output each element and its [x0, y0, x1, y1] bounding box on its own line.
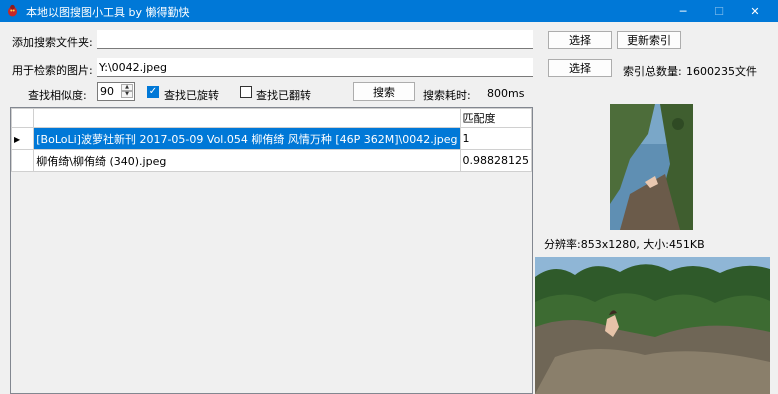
- image-path-input[interactable]: [97, 58, 533, 77]
- query-image-preview: [610, 104, 693, 230]
- table-row[interactable]: ▶ [BoLoLi]波萝社新刊 2017-05-09 Vol.054 柳侑绮 风…: [11, 127, 532, 150]
- column-header-score[interactable]: 匹配度: [459, 108, 532, 128]
- index-count-value: 1600235文件: [686, 65, 757, 78]
- find-flipped-label: 查找已翻转: [256, 89, 311, 102]
- select-folder-button[interactable]: 选择: [548, 31, 612, 49]
- current-row-arrow-icon: ▶: [14, 135, 21, 144]
- minimize-button[interactable]: ─: [665, 0, 701, 22]
- stepper-up-icon[interactable]: ▲: [121, 84, 133, 91]
- index-count-label: 索引总数量:: [623, 65, 682, 78]
- result-path-cell[interactable]: [BoLoLi]波萝社新刊 2017-05-09 Vol.054 柳侑绮 风情万…: [33, 127, 461, 150]
- find-flipped-checkbox[interactable]: [240, 86, 252, 98]
- result-image-preview: [535, 257, 770, 394]
- size-label: 大小:: [643, 238, 669, 251]
- stepper-arrows[interactable]: ▲ ▼: [121, 84, 133, 99]
- row-header[interactable]: ▶: [11, 127, 35, 150]
- column-header-path[interactable]: [33, 108, 461, 128]
- window-title: 本地以图搜图小工具 by 懒得勤快: [26, 6, 190, 19]
- find-rotated-checkbox[interactable]: ✓: [147, 86, 159, 98]
- image-info: 分辨率:853x1280, 大小:451KB: [544, 236, 705, 252]
- result-score-cell[interactable]: 1: [459, 127, 532, 150]
- similarity-label: 查找相似度:: [28, 89, 87, 102]
- results-grid[interactable]: 匹配度 ▶ [BoLoLi]波萝社新刊 2017-05-09 Vol.054 柳…: [10, 107, 533, 394]
- bug-icon: [8, 4, 17, 17]
- resolution-value: 853x1280: [580, 238, 637, 251]
- resolution-label: 分辨率:: [544, 238, 581, 251]
- update-index-button[interactable]: 更新索引: [617, 31, 681, 49]
- similarity-input[interactable]: [98, 83, 120, 100]
- elapsed-label: 搜索耗时:: [423, 89, 471, 102]
- table-row[interactable]: 柳侑绮\柳侑绮 (340).jpeg 0.98828125: [11, 149, 532, 172]
- select-image-button[interactable]: 选择: [548, 59, 612, 77]
- row-header-corner: [11, 108, 35, 128]
- find-rotated-label: 查找已旋转: [164, 89, 219, 102]
- row-header[interactable]: [11, 149, 35, 172]
- close-button[interactable]: ✕: [737, 0, 773, 22]
- result-score-cell[interactable]: 0.98828125: [459, 149, 532, 172]
- folder-input[interactable]: [97, 30, 533, 49]
- elapsed-value: 800ms: [487, 87, 525, 100]
- size-value: 451KB: [668, 238, 705, 251]
- similarity-stepper[interactable]: ▲ ▼: [97, 82, 135, 101]
- title-bar: 本地以图搜图小工具 by 懒得勤快 ─ ☐ ✕: [0, 0, 778, 22]
- maximize-button[interactable]: ☐: [701, 0, 737, 22]
- search-button[interactable]: 搜索: [353, 82, 415, 101]
- image-label: 用于检索的图片:: [12, 64, 93, 77]
- folder-label: 添加搜索文件夹:: [12, 36, 93, 49]
- stepper-down-icon[interactable]: ▼: [121, 91, 133, 98]
- grid-header-row: 匹配度: [11, 108, 532, 128]
- result-path-cell[interactable]: 柳侑绮\柳侑绮 (340).jpeg: [33, 149, 461, 172]
